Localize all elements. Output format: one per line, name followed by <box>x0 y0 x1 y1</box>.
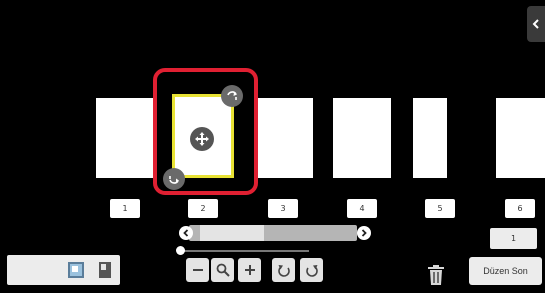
plus-icon <box>244 265 255 275</box>
zoom-slider-knob[interactable] <box>176 246 185 255</box>
zoom-button[interactable] <box>211 258 234 282</box>
undo-icon <box>277 265 290 277</box>
finish-edit-button[interactable]: Düzen Son <box>469 257 542 285</box>
page-number-3: 3 <box>268 199 298 218</box>
zoom-slider-track[interactable] <box>183 250 309 252</box>
thumbnail-view-icon <box>68 262 84 278</box>
move-handle[interactable] <box>190 127 214 151</box>
page-thumbnail-1[interactable] <box>96 98 154 178</box>
chevron-left-icon <box>532 19 539 29</box>
page-view-button[interactable] <box>95 259 115 281</box>
page-thumbnail-6[interactable] <box>496 98 545 178</box>
page-number-5: 5 <box>425 199 455 218</box>
undo-button[interactable] <box>272 258 295 282</box>
page-number-6: 6 <box>505 199 535 218</box>
page-number-4: 4 <box>347 199 377 218</box>
redo-icon <box>305 265 318 277</box>
scroll-left-button[interactable] <box>179 226 193 240</box>
delete-button[interactable] <box>427 264 445 286</box>
chevron-right-icon <box>361 229 367 237</box>
trash-icon <box>428 265 444 285</box>
rotate-clockwise-icon <box>227 91 237 100</box>
page-view-icon <box>99 262 111 278</box>
page-thumbnail-4[interactable] <box>333 98 391 178</box>
zoom-in-button[interactable] <box>238 258 261 282</box>
minus-icon <box>192 269 203 271</box>
page-count-display: 1 <box>490 228 537 249</box>
page-number-1: 1 <box>110 199 140 218</box>
page-thumbnail-3[interactable] <box>255 98 313 178</box>
thumbnail-view-button[interactable] <box>66 259 86 281</box>
chevron-left-icon <box>183 229 189 237</box>
rotate-counterclockwise-icon <box>169 176 179 184</box>
rotate-clockwise-button[interactable] <box>221 85 243 107</box>
rotate-counterclockwise-button[interactable] <box>163 168 185 190</box>
redo-button[interactable] <box>300 258 323 282</box>
zoom-out-button[interactable] <box>186 258 209 282</box>
scroll-right-button[interactable] <box>357 226 371 240</box>
page-number-2: 2 <box>188 199 218 218</box>
page-thumbnail-5[interactable] <box>413 98 447 178</box>
move-icon <box>195 132 209 146</box>
magnifier-icon <box>216 263 230 277</box>
side-panel-toggle[interactable] <box>527 6 545 42</box>
scrollbar-thumb[interactable] <box>200 225 264 241</box>
